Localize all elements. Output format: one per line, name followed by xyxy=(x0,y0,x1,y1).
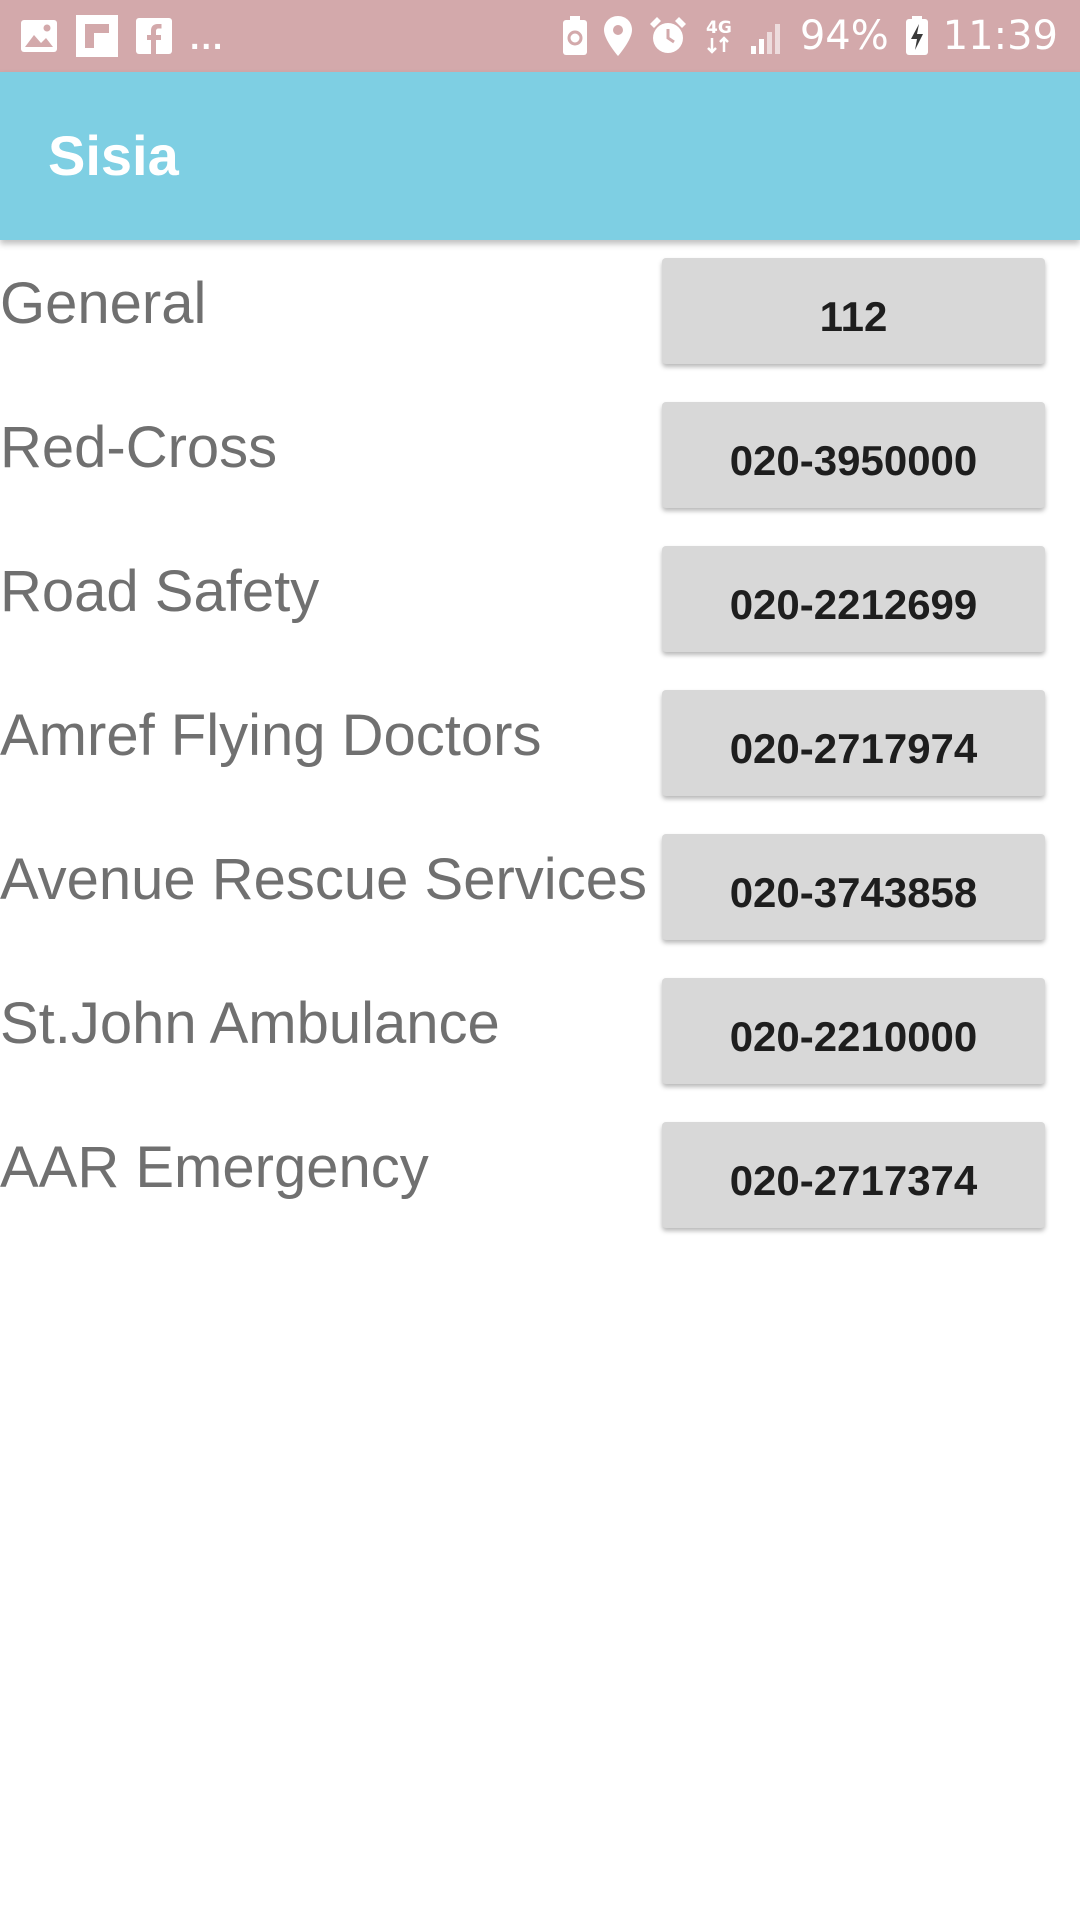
battery-charging-icon xyxy=(905,16,929,56)
battery-saver-icon xyxy=(562,16,588,56)
contact-label: AAR Emergency xyxy=(0,1135,429,1200)
contact-row-st-john-ambulance: St.John Ambulance 020-2210000 xyxy=(0,960,1080,1104)
contact-label: Avenue Rescue Services xyxy=(0,847,647,912)
call-button-general[interactable]: 112 xyxy=(662,258,1045,364)
call-button-st-john-ambulance[interactable]: 020-2210000 xyxy=(662,978,1045,1084)
facebook-icon xyxy=(136,18,172,54)
notification-icons: ... xyxy=(20,0,224,72)
contact-label: Red-Cross xyxy=(0,415,278,480)
call-button-road-safety[interactable]: 020-2212699 xyxy=(662,546,1045,652)
alarm-icon xyxy=(648,16,688,56)
contact-row-aar-emergency: AAR Emergency 020-2717374 xyxy=(0,1104,1080,1248)
location-icon xyxy=(603,16,632,56)
contact-label: St.John Ambulance xyxy=(0,991,500,1056)
contact-label: General xyxy=(0,271,207,336)
status-bar: ... 4G 94% 11:39 xyxy=(0,0,1080,72)
contact-row-road-safety: Road Safety 020-2212699 xyxy=(0,528,1080,672)
image-icon xyxy=(20,19,58,53)
system-indicators: 4G 94% 11:39 xyxy=(546,0,1058,72)
contact-row-general: General 112 xyxy=(0,240,1080,384)
clock-time: 11:39 xyxy=(942,13,1058,59)
app-bar: Sisia xyxy=(0,72,1080,240)
more-notifications-indicator: ... xyxy=(190,18,225,57)
call-button-amref-flying-doctors[interactable]: 020-2717974 xyxy=(662,690,1045,796)
contact-row-amref-flying-doctors: Amref Flying Doctors 020-2717974 xyxy=(0,672,1080,816)
flipboard-icon xyxy=(76,15,118,57)
contact-row-avenue-rescue-services: Avenue Rescue Services 020-3743858 xyxy=(0,816,1080,960)
battery-percentage: 94% xyxy=(799,13,889,59)
svg-text:4G: 4G xyxy=(706,18,732,38)
call-button-red-cross[interactable]: 020-3950000 xyxy=(662,402,1045,508)
contact-row-red-cross: Red-Cross 020-3950000 xyxy=(0,384,1080,528)
signal-icon xyxy=(750,18,786,54)
app-title: Sisia xyxy=(48,124,179,187)
network-4g-icon: 4G xyxy=(704,16,734,56)
call-button-aar-emergency[interactable]: 020-2717374 xyxy=(662,1122,1045,1228)
contact-label: Amref Flying Doctors xyxy=(0,703,542,768)
contact-label: Road Safety xyxy=(0,559,320,624)
call-button-avenue-rescue-services[interactable]: 020-3743858 xyxy=(662,834,1045,940)
